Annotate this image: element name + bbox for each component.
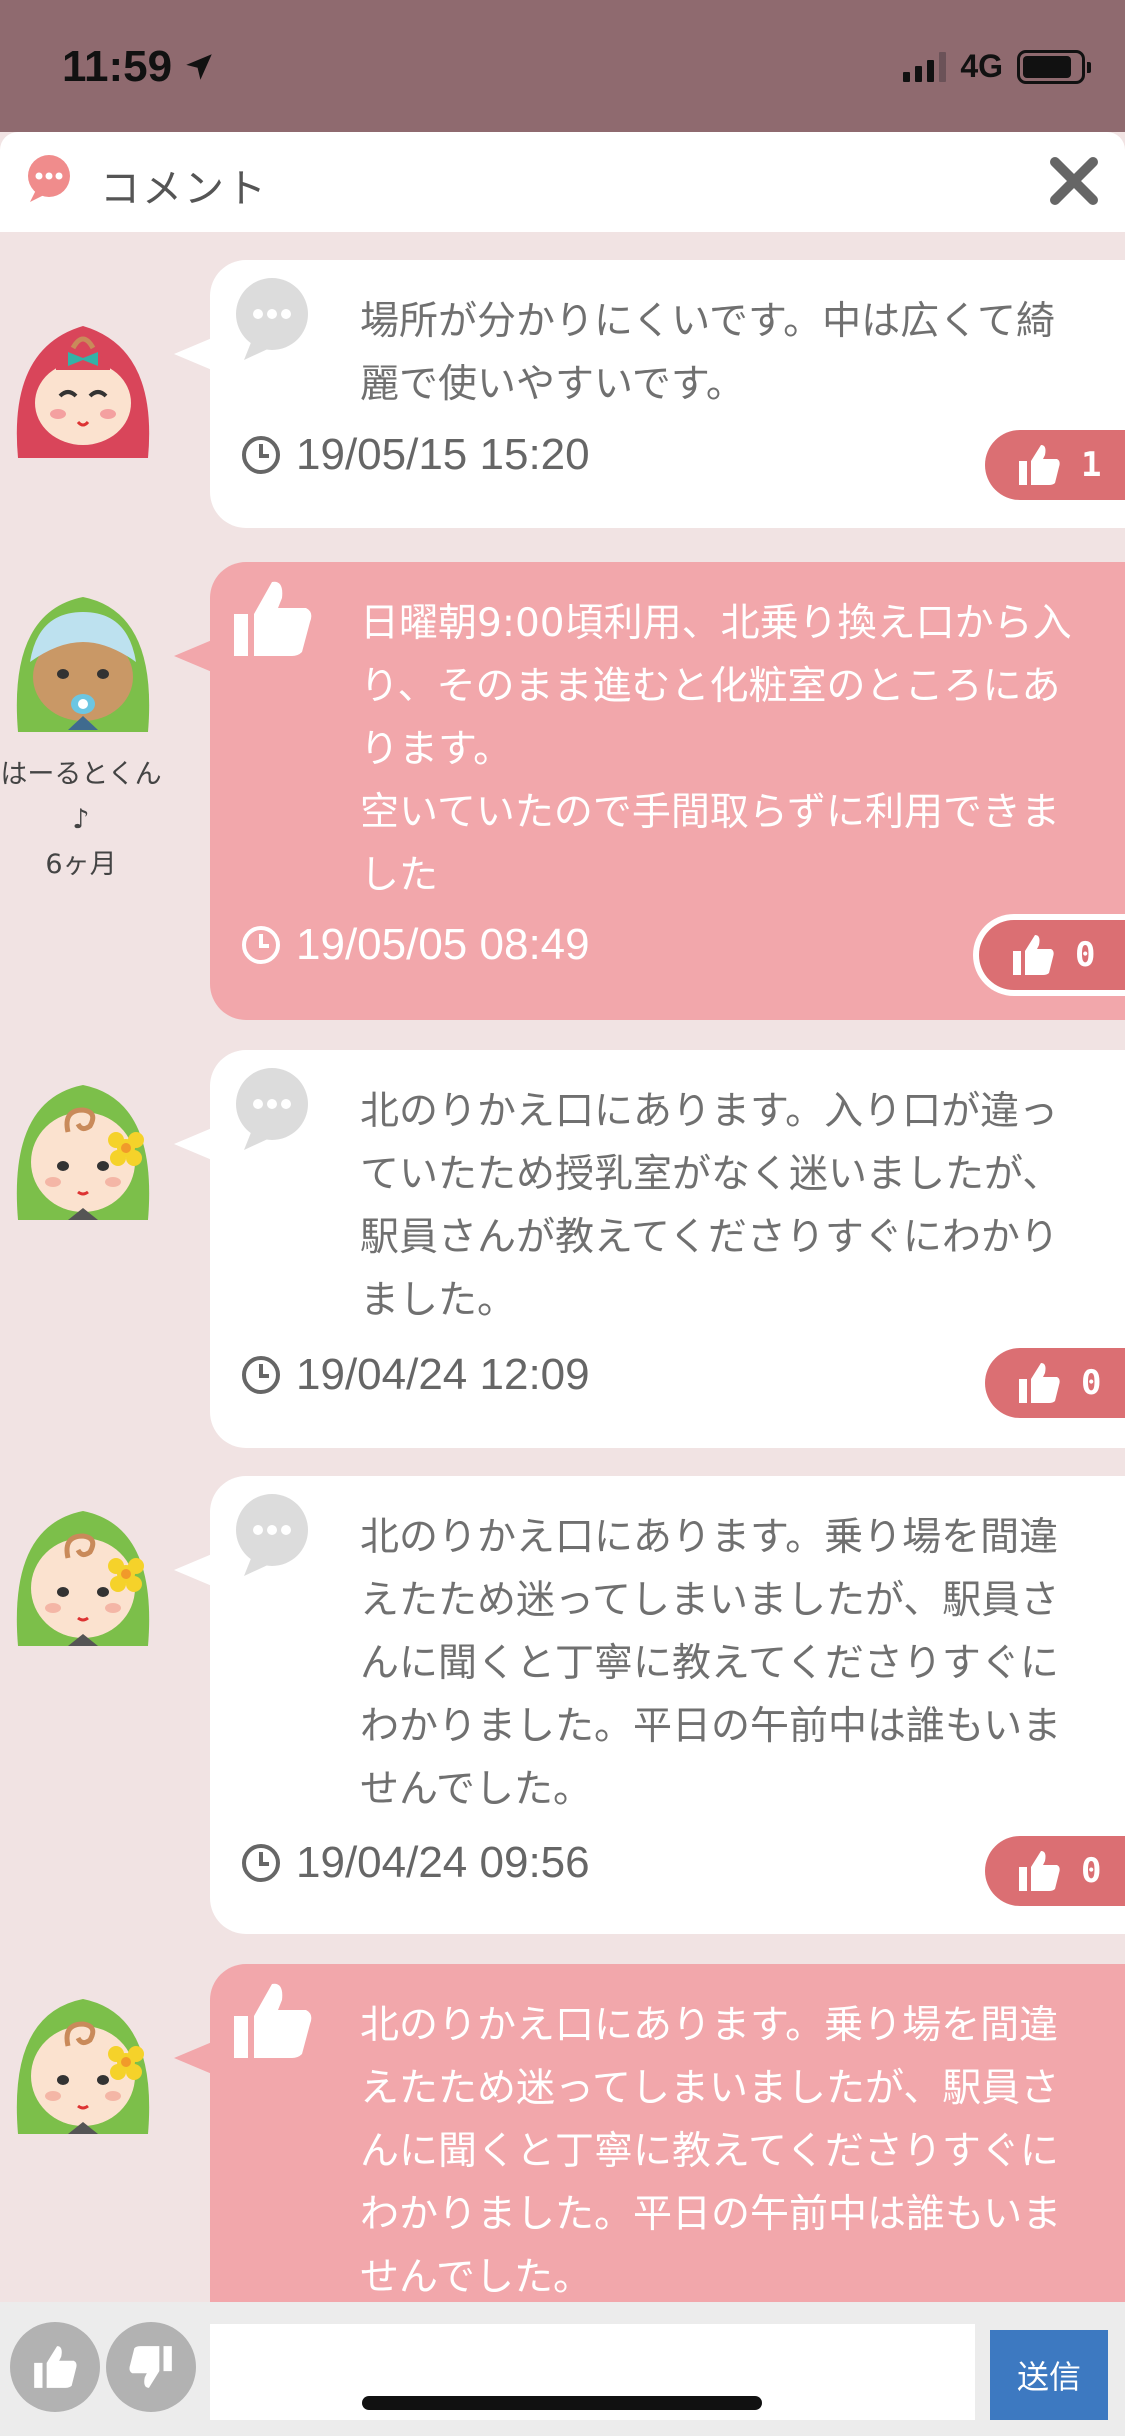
timestamp-text: 19/04/24 12:09 [296, 1350, 590, 1399]
comment-bubble: 日曜朝9:00頃利用、北乗り換え口から入り、そのまま進むと化粧室のところにありま… [174, 562, 1125, 1020]
thumbs-up-icon [1019, 1363, 1060, 1403]
comment-timestamp: 19/04/24 09:56 [240, 1838, 590, 1888]
speech-bubble-icon [236, 1494, 308, 1576]
clock-icon [242, 926, 280, 964]
thumbs-up-icon [234, 1983, 312, 2058]
comment-text: 北のりかえ口にあります。入り口が違っていたため授乳室がなく迷いましたが、駅員さん… [360, 1089, 1062, 1323]
comment-list[interactable]: 場所が分かりにくいです。中は広くて綺麗で使いやすいです。 19/05/15 15… [0, 232, 1125, 2302]
timestamp-text: 19/04/24 09:56 [296, 1838, 590, 1887]
thumbs-up-icon [34, 2346, 77, 2388]
timestamp-text: 19/05/15 15:20 [296, 430, 590, 479]
blue-hat-baby-avatar [16, 597, 150, 732]
speech-bubble-icon [236, 1068, 308, 1150]
like-count: 0 [1075, 935, 1096, 975]
battery-level [1023, 55, 1071, 78]
chat-bubble-icon [28, 155, 70, 202]
user-name: はーるとくん♪ [0, 759, 162, 835]
like-button[interactable]: 1 [985, 430, 1125, 500]
like-count: 0 [1081, 1363, 1102, 1403]
thumbs-up-icon [1019, 445, 1060, 485]
location-arrow-icon [186, 54, 212, 80]
close-icon[interactable] [1047, 154, 1101, 208]
comment-text: 場所が分かりにくいです。中は広くて綺麗で使いやすいです。 [360, 299, 1055, 407]
speech-bubble-icon [236, 278, 308, 360]
page-title: コメント [100, 166, 268, 212]
like-button[interactable]: 0 [985, 1836, 1125, 1906]
comment-item: 北のりかえ口にあります。入り口が違っていたため授乳室がなく迷いましたが、駅員さん… [0, 1050, 1125, 1448]
red-hood-baby-avatar [16, 326, 150, 458]
green-flower-baby-avatar [16, 1085, 150, 1220]
comment-input-bar: 送信 [0, 2302, 1125, 2436]
comment-item: 北のりかえ口にあります。乗り場を間違えたため迷ってしまいましたが、駅員さんに聞く… [0, 1964, 1125, 2302]
comment-bubble: 北のりかえ口にあります。入り口が違っていたため授乳室がなく迷いましたが、駅員さん… [174, 1050, 1125, 1448]
good-vote-button[interactable] [10, 2322, 100, 2412]
clock-time: 11:59 [62, 42, 173, 91]
comment-text: 日曜朝9:00頃利用、北乗り換え口から入り、そのまま進むと化粧室のところにありま… [360, 601, 1072, 898]
like-count: 0 [1081, 1851, 1102, 1891]
network-type: 4G [960, 48, 1003, 84]
status-time: 11:59 [62, 42, 216, 92]
home-indicator[interactable] [362, 2396, 762, 2410]
green-flower-baby-avatar [16, 1999, 150, 2134]
thumbs-up-icon [1019, 1851, 1060, 1891]
thumbs-down-icon [129, 2346, 172, 2388]
clock-icon [242, 1356, 280, 1394]
comment-bubble: 場所が分かりにくいです。中は広くて綺麗で使いやすいです。 19/05/15 15… [174, 260, 1125, 528]
green-flower-baby-avatar [16, 1511, 150, 1646]
comment-item: 場所が分かりにくいです。中は広くて綺麗で使いやすいです。 19/05/15 15… [0, 260, 1125, 528]
user-age: 6ヶ月 [45, 849, 117, 880]
comment-item: 北のりかえ口にあります。乗り場を間違えたため迷ってしまいましたが、駅員さんに聞く… [0, 1476, 1125, 1934]
comment-bubble: 北のりかえ口にあります。乗り場を間違えたため迷ってしまいましたが、駅員さんに聞く… [174, 1476, 1125, 1934]
like-button[interactable]: 0 [985, 1348, 1125, 1418]
clock-icon [242, 436, 280, 474]
status-indicators: 4G [903, 48, 1091, 85]
like-button[interactable]: 0 [979, 920, 1125, 990]
comment-item: はーるとくん♪ 6ヶ月 日曜朝9:00頃利用、北乗り換え口から入り、そのまま進む… [0, 562, 1125, 1020]
cellular-signal-icon [903, 51, 947, 82]
comment-bubble: 北のりかえ口にあります。乗り場を間違えたため迷ってしまいましたが、駅員さんに聞く… [174, 1964, 1125, 2302]
status-bar: 11:59 4G [0, 0, 1125, 132]
comment-timestamp: 19/04/24 12:09 [240, 1350, 590, 1400]
comment-timestamp: 19/05/15 15:20 [240, 430, 590, 480]
timestamp-text: 19/05/05 08:49 [296, 920, 590, 969]
thumbs-up-icon [1013, 935, 1054, 975]
send-button[interactable]: 送信 [990, 2330, 1108, 2420]
thumbs-up-icon [234, 581, 312, 656]
comment-text: 北のりかえ口にあります。乗り場を間違えたため迷ってしまいましたが、駅員さんに聞く… [360, 1515, 1062, 1812]
comment-text: 北のりかえ口にあります。乗り場を間違えたため迷ってしまいましたが、駅員さんに聞く… [360, 2003, 1062, 2300]
bad-vote-button[interactable] [106, 2322, 196, 2412]
comment-header: コメント [0, 132, 1125, 232]
comment-timestamp: 19/05/05 08:49 [240, 920, 590, 970]
battery-icon [1017, 49, 1091, 84]
like-count: 1 [1081, 445, 1102, 485]
clock-icon [242, 1844, 280, 1882]
